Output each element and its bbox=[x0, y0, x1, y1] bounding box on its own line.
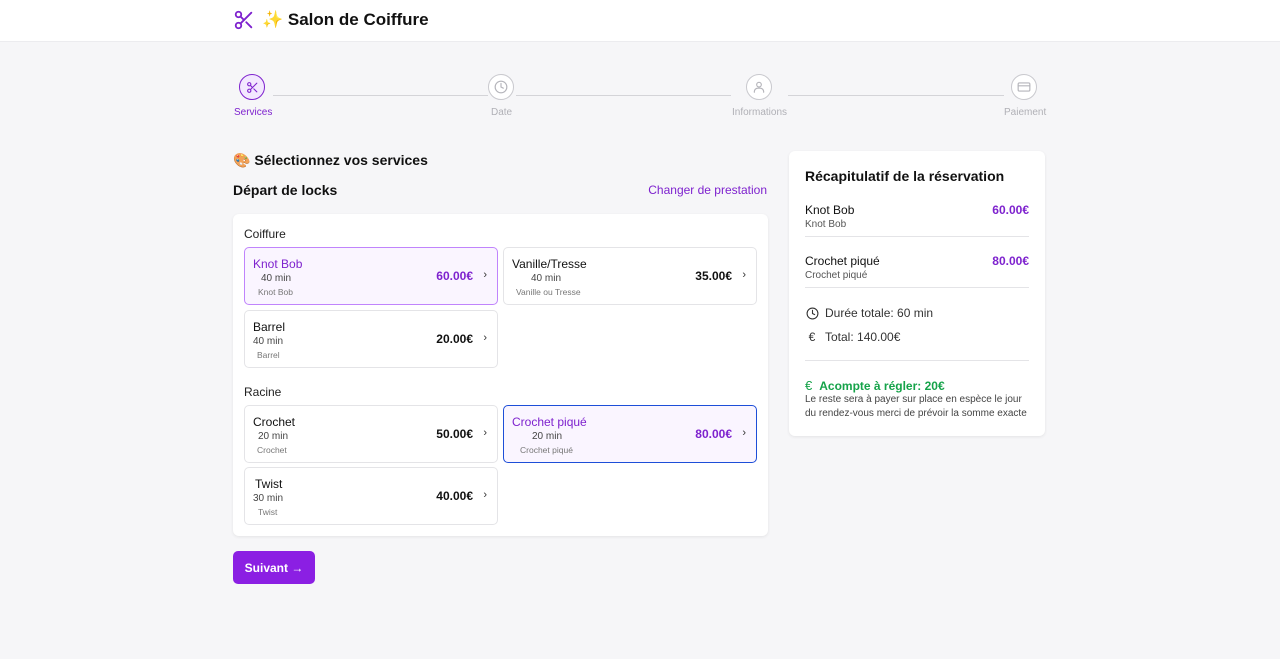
total-row: € Total: 140.00€ bbox=[805, 329, 901, 345]
summary-item-price: 80.00€ bbox=[992, 254, 1029, 268]
service-price: 35.00€ bbox=[695, 269, 732, 283]
service-duration: 30 min bbox=[253, 493, 284, 504]
section-title: 🎨 Sélectionnez vos services bbox=[233, 152, 428, 168]
deposit-amount: Acompte à régler: 20€ bbox=[819, 378, 945, 393]
step-label-services: Services bbox=[234, 107, 273, 118]
service-description: Twist bbox=[258, 507, 278, 517]
service-description: Barrel bbox=[257, 350, 280, 360]
chevron-right-icon: › bbox=[483, 489, 487, 501]
step-label-informations: Informations bbox=[732, 107, 788, 118]
step-connector bbox=[273, 95, 488, 96]
clock-icon bbox=[494, 80, 508, 94]
service-price: 50.00€ bbox=[436, 427, 473, 441]
category-label: Racine bbox=[244, 385, 282, 399]
service-description: Vanille ou Tresse bbox=[516, 287, 581, 297]
service-duration: 40 min bbox=[261, 273, 292, 284]
summary-item-price: 60.00€ bbox=[992, 203, 1029, 217]
euro-icon: € bbox=[805, 378, 813, 393]
divider bbox=[805, 236, 1029, 237]
step-services[interactable] bbox=[239, 74, 265, 100]
service-option-crochet[interactable]: Crochet 20 min Crochet 50.00€ › bbox=[244, 405, 498, 463]
divider bbox=[805, 360, 1029, 361]
service-price: 80.00€ bbox=[695, 427, 732, 441]
total-duration: Durée totale: 60 min bbox=[825, 306, 934, 320]
service-description: Knot Bob bbox=[258, 287, 293, 297]
change-prestation-link[interactable]: Changer de prestation bbox=[648, 183, 767, 197]
service-option-twist[interactable]: Twist 30 min Twist 40.00€ › bbox=[244, 467, 498, 525]
payment-note: Le reste sera à payer sur place en espèc… bbox=[805, 394, 1027, 419]
service-duration: 20 min bbox=[532, 431, 563, 442]
credit-card-icon bbox=[1017, 82, 1031, 92]
service-duration: 40 min bbox=[253, 336, 284, 347]
user-icon bbox=[753, 81, 765, 93]
service-option-crochet-pique[interactable]: Crochet piqué 20 min Crochet piqué 80.00… bbox=[503, 405, 757, 463]
service-description: Crochet piqué bbox=[520, 445, 573, 455]
scissors-icon bbox=[246, 81, 257, 93]
step-connector bbox=[516, 95, 731, 96]
summary-title: Récapitulatif de la réservation bbox=[805, 168, 1005, 184]
service-option-barrel[interactable]: Barrel 40 min Barrel 20.00€ › bbox=[244, 310, 498, 368]
service-option-knot-bob[interactable]: Knot Bob 40 min Knot Bob 60.00€ › bbox=[244, 247, 498, 305]
service-price: 40.00€ bbox=[436, 489, 473, 503]
service-name: Barrel bbox=[253, 320, 286, 334]
chevron-right-icon: › bbox=[742, 427, 746, 439]
clock-icon bbox=[805, 306, 819, 320]
service-description: Crochet bbox=[257, 445, 287, 455]
step-label-date: Date bbox=[491, 107, 513, 118]
summary-item-subtitle: Crochet piqué bbox=[805, 270, 868, 281]
next-button[interactable]: Suivant → bbox=[233, 551, 315, 584]
service-name: Twist bbox=[255, 477, 283, 491]
service-option-vanille-tresse[interactable]: Vanille/Tresse 40 min Vanille ou Tresse … bbox=[503, 247, 757, 305]
euro-icon: € bbox=[808, 330, 816, 344]
service-name: Vanille/Tresse bbox=[512, 257, 587, 271]
step-date[interactable] bbox=[488, 74, 514, 100]
step-label-paiement: Paiement bbox=[1004, 107, 1047, 118]
summary-item-name: Crochet piqué bbox=[805, 254, 880, 268]
chevron-right-icon: › bbox=[483, 332, 487, 344]
step-informations[interactable] bbox=[746, 74, 772, 100]
service-price: 20.00€ bbox=[436, 332, 473, 346]
step-connector bbox=[788, 95, 1004, 96]
total-duration-row: Durée totale: 60 min bbox=[805, 305, 933, 321]
deposit-row: € Acompte à régler: 20€ bbox=[805, 378, 945, 393]
summary-item-name: Knot Bob bbox=[805, 203, 855, 217]
prestation-title: Départ de locks bbox=[233, 182, 338, 198]
service-duration: 40 min bbox=[531, 273, 562, 284]
chevron-right-icon: › bbox=[742, 269, 746, 281]
booking-summary: Récapitulatif de la réservation Knot Bob… bbox=[789, 151, 1045, 436]
chevron-right-icon: › bbox=[483, 427, 487, 439]
service-duration: 20 min bbox=[258, 431, 289, 442]
divider bbox=[805, 287, 1029, 288]
service-name: Crochet bbox=[253, 415, 296, 429]
service-name: Crochet piqué bbox=[512, 415, 587, 429]
category-label: Coiffure bbox=[244, 227, 286, 241]
service-price: 60.00€ bbox=[436, 269, 473, 283]
services-card: Coiffure Knot Bob 40 min Knot Bob 60.00€… bbox=[233, 214, 768, 536]
chevron-right-icon: › bbox=[483, 269, 487, 281]
summary-item-subtitle: Knot Bob bbox=[805, 219, 847, 230]
step-paiement[interactable] bbox=[1011, 74, 1037, 100]
total-price: Total: 140.00€ bbox=[825, 330, 901, 344]
booking-stepper: Services Date Informations Paiement bbox=[0, 0, 1280, 130]
service-name: Knot Bob bbox=[253, 257, 303, 271]
